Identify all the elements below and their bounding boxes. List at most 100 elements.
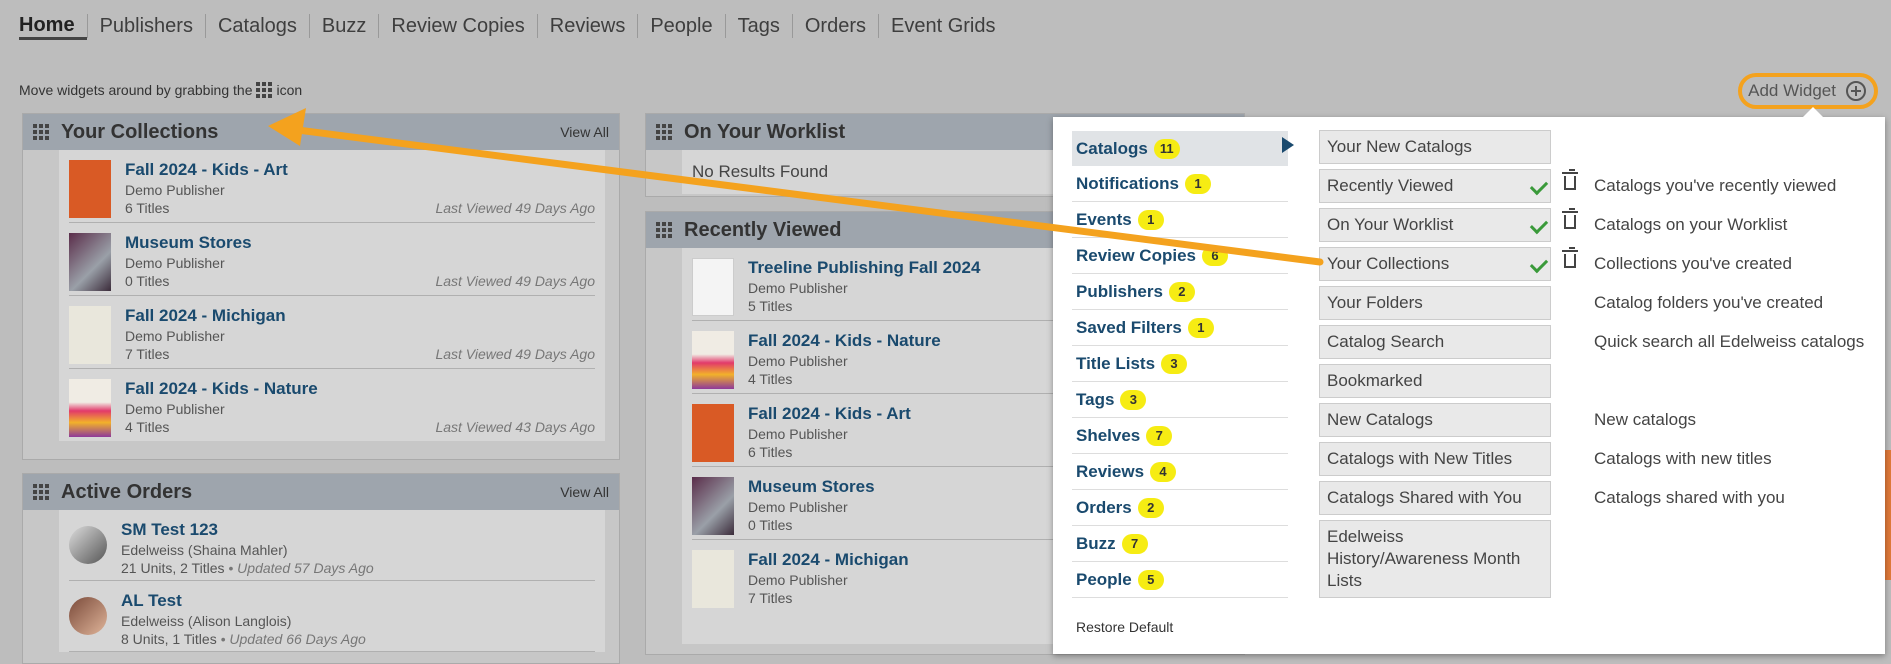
category-saved-filters[interactable]: Saved Filters 1 [1072, 310, 1288, 346]
check-icon [1529, 215, 1549, 235]
widget-active-orders: Active Orders View All SM Test 123 Edelw… [22, 473, 620, 664]
catalog-name[interactable]: Fall 2024 - Kids - Nature [125, 379, 595, 399]
nav-catalogs[interactable]: Catalogs [204, 14, 309, 38]
count-badge: 1 [1187, 317, 1214, 338]
nav-review-copies[interactable]: Review Copies [378, 14, 536, 38]
category-events[interactable]: Events 1 [1072, 202, 1288, 238]
catalog-cover-michigan [69, 306, 111, 364]
count-badge: 3 [1161, 353, 1188, 374]
view-all-link[interactable]: View All [560, 484, 609, 500]
option-bookmarked[interactable]: Bookmarked [1319, 364, 1551, 398]
option-catalogs-with-new-titles[interactable]: Catalogs with New Titles Catalogs with n… [1319, 442, 1772, 476]
edge-strip [1885, 450, 1891, 580]
catalog-cover-museum [692, 477, 734, 535]
restore-default-link[interactable]: Restore Default [1076, 619, 1173, 635]
count-badge: 4 [1150, 461, 1177, 482]
category-review-copies[interactable]: Review Copies 6 [1072, 238, 1288, 274]
widget-list: Fall 2024 - Kids - Art Demo Publisher 6 … [59, 150, 605, 441]
category-reviews[interactable]: Reviews 4 [1072, 454, 1288, 490]
widget-header: Active Orders View All [23, 474, 619, 510]
list-item[interactable]: SM Test 123 Edelweiss (Shaina Mahler) 21… [69, 510, 595, 581]
nav-home[interactable]: Home [19, 13, 87, 40]
option-your-folders[interactable]: Your Folders Catalog folders you've crea… [1319, 286, 1823, 320]
catalog-cover-museum [69, 233, 111, 291]
nav-buzz[interactable]: Buzz [308, 14, 378, 38]
category-buzz[interactable]: Buzz 7 [1072, 526, 1288, 562]
count-badge: 7 [1146, 425, 1173, 446]
drag-handle-icon[interactable] [656, 124, 672, 140]
order-name[interactable]: SM Test 123 [121, 520, 595, 540]
avatar [69, 526, 107, 564]
count-badge: 7 [1121, 533, 1148, 554]
category-title-lists[interactable]: Title Lists 3 [1072, 346, 1288, 382]
add-widget-dropdown: Catalogs 11 Notifications 1 Events 1 Review… [1053, 107, 1885, 654]
category-orders[interactable]: Orders 2 [1072, 490, 1288, 526]
widget-your-collections: Your Collections View All Fall 2024 - Ki… [22, 113, 620, 460]
widget-title: Active Orders [61, 480, 193, 503]
count-badge: 2 [1137, 497, 1164, 518]
option-edelweiss-history-lists[interactable]: Edelweiss History/Awareness Month Lists [1319, 520, 1551, 598]
option-new-catalogs[interactable]: New Catalogs New catalogs [1319, 403, 1696, 437]
option-on-your-worklist[interactable]: On Your Worklist Catalogs on your Workli… [1319, 208, 1787, 242]
count-badge: 1 [1137, 209, 1164, 230]
catalog-cover-nature [692, 331, 734, 389]
count-badge: 11 [1153, 138, 1180, 159]
count-badge: 1 [1184, 173, 1211, 194]
move-widgets-hint: Move widgets around by grabbing the icon [19, 82, 303, 98]
category-shelves[interactable]: Shelves 7 [1072, 418, 1288, 454]
drag-handle-icon[interactable] [33, 484, 49, 500]
catalog-name[interactable]: Museum Stores [125, 233, 595, 253]
widget-header: Your Collections View All [23, 114, 619, 150]
option-catalog-search[interactable]: Catalog Search Quick search all Edelweis… [1319, 325, 1864, 359]
plus-circle-icon [1846, 81, 1866, 101]
list-item[interactable]: Museum Stores Demo Publisher 0 Titles La… [69, 223, 595, 296]
drag-handle-icon[interactable] [656, 222, 672, 238]
count-badge: 3 [1120, 389, 1147, 410]
trash-icon[interactable] [1562, 169, 1578, 190]
nav-people[interactable]: People [637, 14, 724, 38]
nav-tags[interactable]: Tags [724, 14, 792, 38]
list-item[interactable]: Fall 2024 - Kids - Art Demo Publisher 6 … [69, 150, 595, 223]
widget-title: Your Collections [61, 120, 219, 143]
catalog-name[interactable]: Fall 2024 - Kids - Art [125, 160, 595, 180]
option-your-new-catalogs[interactable]: Your New Catalogs [1319, 130, 1551, 164]
count-badge: 5 [1137, 569, 1164, 590]
add-widget-button[interactable]: Add Widget [1738, 73, 1878, 109]
category-tags[interactable]: Tags 3 [1072, 382, 1288, 418]
category-publishers[interactable]: Publishers 2 [1072, 274, 1288, 310]
catalog-cover-nature [69, 379, 111, 437]
catalog-cover-treeline [692, 258, 734, 316]
add-widget-label: Add Widget [1748, 81, 1836, 100]
trash-icon[interactable] [1562, 247, 1578, 268]
category-catalogs[interactable]: Catalogs 11 [1072, 131, 1288, 166]
grip-icon [256, 82, 273, 98]
trash-icon[interactable] [1562, 208, 1578, 229]
catalog-cover-art [69, 160, 111, 218]
nav-orders[interactable]: Orders [791, 14, 878, 38]
category-notifications[interactable]: Notifications 1 [1072, 166, 1288, 202]
catalog-cover-michigan [692, 550, 734, 608]
option-catalogs-shared-with-you[interactable]: Catalogs Shared with You Catalogs shared… [1319, 481, 1785, 515]
option-recently-viewed[interactable]: Recently Viewed Catalogs you've recently… [1319, 169, 1836, 203]
option-your-collections[interactable]: Your Collections Collections you've crea… [1319, 247, 1792, 281]
view-all-link[interactable]: View All [560, 124, 609, 140]
catalog-cover-art [692, 404, 734, 462]
category-people[interactable]: People 5 [1072, 562, 1288, 598]
nav-publishers[interactable]: Publishers [86, 14, 205, 38]
check-icon [1529, 176, 1549, 196]
widget-list: SM Test 123 Edelweiss (Shaina Mahler) 21… [59, 510, 605, 652]
list-item[interactable]: AL Test Edelweiss (Alison Langlois) 8 Un… [69, 581, 595, 652]
top-nav: Home Publishers Catalogs Buzz Review Cop… [0, 0, 1891, 52]
order-name[interactable]: AL Test [121, 591, 595, 611]
nav-reviews[interactable]: Reviews [536, 14, 638, 38]
avatar [69, 597, 107, 635]
check-icon [1529, 254, 1549, 274]
widget-category-list: Catalogs 11 Notifications 1 Events 1 Review… [1072, 131, 1288, 598]
catalog-name[interactable]: Fall 2024 - Michigan [125, 306, 595, 326]
drag-handle-icon[interactable] [33, 124, 49, 140]
nav-event-grids[interactable]: Event Grids [878, 14, 1007, 38]
list-item[interactable]: Fall 2024 - Kids - Nature Demo Publisher… [69, 369, 595, 441]
list-item[interactable]: Fall 2024 - Michigan Demo Publisher 7 Ti… [69, 296, 595, 369]
count-badge: 6 [1202, 245, 1228, 266]
count-badge: 2 [1168, 281, 1195, 302]
